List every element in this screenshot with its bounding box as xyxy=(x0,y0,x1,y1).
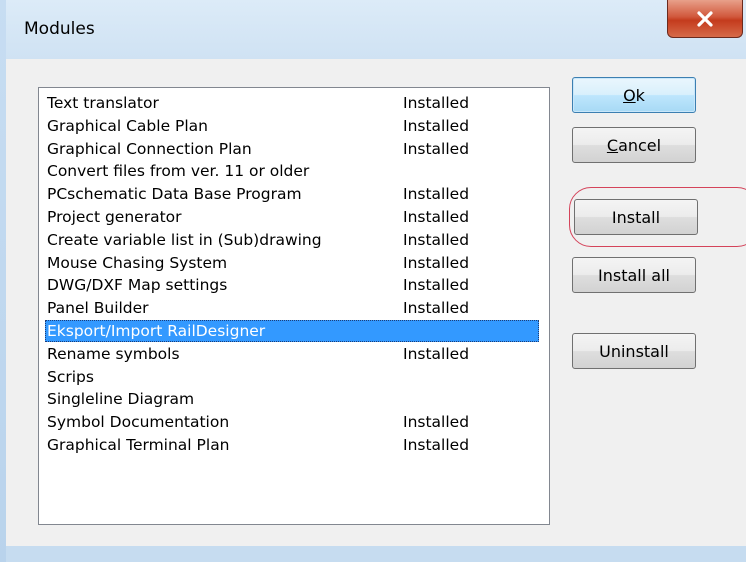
install-button[interactable]: Install xyxy=(574,199,698,235)
install-button-label: Install xyxy=(611,207,661,227)
list-item[interactable]: PCschematic Data Base Program Installed xyxy=(45,183,539,205)
module-name: Project generator xyxy=(47,208,182,226)
list-item[interactable]: Mouse Chasing System Installed xyxy=(45,252,539,274)
module-status: Installed xyxy=(403,413,470,432)
list-item[interactable]: Text translator Installed xyxy=(45,92,539,114)
close-icon xyxy=(696,10,714,27)
module-name: Graphical Connection Plan xyxy=(47,139,252,158)
list-item[interactable]: Graphical Cable Plan Installed xyxy=(45,115,539,137)
list-item[interactable]: Create variable list in (Sub)drawing Inst… xyxy=(45,229,539,251)
list-item[interactable]: Panel Builder Installed xyxy=(45,297,539,319)
module-status: Installed xyxy=(403,253,470,272)
module-name: Panel Builder xyxy=(47,299,149,318)
close-button[interactable] xyxy=(667,0,743,38)
module-name: Singleline Diagram xyxy=(47,390,195,409)
ok-button-label: Ok xyxy=(623,85,645,105)
list-item[interactable]: Graphical Terminal Plan Installed xyxy=(45,434,539,456)
install-all-button[interactable]: Install all xyxy=(572,257,696,293)
uninstall-button-label: Uninstall xyxy=(599,341,669,361)
install-all-button-label: Install all xyxy=(598,265,670,285)
module-status: Installed xyxy=(403,139,470,158)
module-status: Installed xyxy=(403,276,470,295)
module-status: Installed xyxy=(403,185,470,204)
module-name: Text translator xyxy=(47,94,159,112)
module-name: Symbol Documentation xyxy=(47,413,230,432)
module-name: Eksport/Import RailDesigner xyxy=(47,322,266,340)
module-status: Installed xyxy=(403,208,470,226)
list-item[interactable]: Project generator Installed xyxy=(45,206,539,228)
list-item[interactable]: Eksport/Import RailDesigner xyxy=(45,320,539,342)
uninstall-button[interactable]: Uninstall xyxy=(572,333,696,369)
list-item[interactable]: Singleline Diagram xyxy=(45,388,539,410)
module-name: Scrips xyxy=(47,367,94,386)
window-title: Modules xyxy=(24,19,95,39)
modules-list[interactable]: Text translator Installed Graphical Cable … xyxy=(38,87,550,525)
ok-button[interactable]: Ok xyxy=(572,77,696,113)
module-status: Installed xyxy=(403,94,470,112)
list-item[interactable]: DWG/DXF Map settings Installed xyxy=(45,274,539,296)
module-name: Mouse Chasing System xyxy=(47,253,228,272)
module-status: Installed xyxy=(403,344,470,363)
cancel-button-label: Cancel xyxy=(606,135,662,155)
module-name: Graphical Terminal Plan xyxy=(47,436,230,454)
module-status: Installed xyxy=(403,116,470,135)
list-item[interactable]: Graphical Connection Plan Installed xyxy=(45,138,539,160)
module-name: Graphical Cable Plan xyxy=(47,116,209,135)
module-status: Installed xyxy=(403,230,470,249)
cancel-button[interactable]: Cancel xyxy=(572,127,696,163)
module-status: Installed xyxy=(403,436,470,454)
module-name: PCschematic Data Base Program xyxy=(47,185,302,204)
module-name: Convert files from ver. 11 or older xyxy=(47,162,310,181)
list-item[interactable]: Scrips xyxy=(45,366,539,388)
module-name: DWG/DXF Map settings xyxy=(47,276,228,295)
list-item[interactable]: Convert files from ver. 11 or older xyxy=(45,160,539,182)
module-status: Installed xyxy=(403,299,470,318)
list-item[interactable]: Symbol Documentation Installed xyxy=(45,411,539,433)
module-name: Create variable list in (Sub)drawing xyxy=(47,230,322,249)
module-name: Rename symbols xyxy=(47,344,180,363)
list-item[interactable]: Rename symbols Installed xyxy=(45,343,539,365)
